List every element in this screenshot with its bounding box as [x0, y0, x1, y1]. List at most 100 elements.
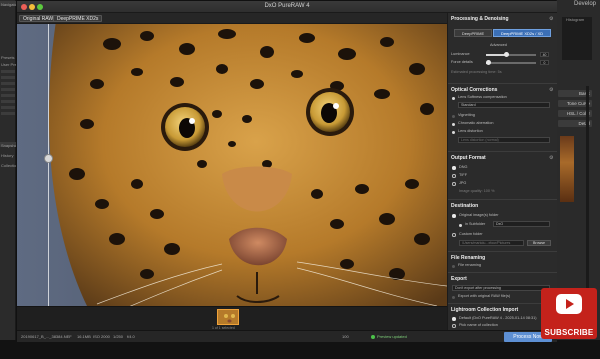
gear-icon[interactable]: ⚙	[549, 155, 553, 161]
force-details-slider[interactable]	[486, 60, 536, 65]
distortion-label: Lens distortion	[458, 129, 483, 133]
advanced-toggle[interactable]: Advanced	[490, 43, 507, 47]
tiff-radio[interactable]	[452, 174, 456, 178]
leopard-thumbnail-image	[218, 310, 238, 324]
original-raw-button[interactable]: Original RAW	[19, 15, 58, 22]
custom-folder-path[interactable]: /Users/markdu...xfour/Pictures	[459, 240, 524, 246]
distortion-dropdown[interactable]: Lens distortion (normal)	[458, 137, 550, 143]
status-filename: 20190617_B_..._38384.NEF	[21, 334, 72, 339]
viewer-toolbar: Original RAW DeepPRIME XD2s	[17, 13, 447, 24]
filmstrip-thumbnail[interactable]	[217, 309, 239, 325]
lightroom-import-section-title[interactable]: Lightroom Collection Import	[451, 307, 518, 313]
estimated-time: Estimated processing time: 5s	[451, 70, 502, 74]
lr-left-label: Presets	[1, 55, 15, 60]
split-divider[interactable]	[48, 24, 49, 306]
export-section-title[interactable]: Export	[451, 276, 467, 282]
subscribe-label[interactable]: SUBSCRIBE	[541, 328, 597, 337]
custom-folder-radio[interactable]	[452, 233, 456, 237]
force-details-label: Force details	[451, 60, 473, 64]
softness-dropdown[interactable]: Standard	[458, 102, 550, 108]
pick-collection-radio[interactable]	[452, 324, 456, 328]
lr-preset-row	[1, 94, 15, 97]
preview-status: Preview updated	[377, 334, 407, 339]
lr-preset-row	[1, 76, 15, 79]
output-section-title[interactable]: Output Format	[451, 155, 486, 161]
jpg-label: JPG	[459, 181, 467, 185]
section-divider	[448, 83, 557, 84]
status-bar: 20190617_B_..._38384.NEF 16.1MB ISO 2000…	[17, 330, 557, 342]
tiff-label: TIFF	[459, 173, 468, 177]
export-dropdown[interactable]: Don't export after processing	[452, 285, 550, 291]
preview-status-icon	[371, 335, 375, 339]
split-handle[interactable]	[44, 154, 53, 163]
destination-section-title[interactable]: Destination	[451, 203, 478, 209]
file-renaming-label: File renaming	[458, 263, 482, 267]
force-details-slider-knob[interactable]	[486, 60, 491, 65]
lightroom-module-title[interactable]: Develop	[574, 1, 596, 7]
lr-left-label: Collections	[1, 163, 16, 168]
export-raw-checkbox[interactable]	[452, 296, 455, 299]
export-raw-label: Export with original RAW file(s)	[458, 294, 511, 298]
processing-section-title[interactable]: Processing & Denoising	[451, 16, 509, 22]
default-collection-radio[interactable]	[452, 317, 456, 321]
lr-preset-row	[1, 70, 15, 73]
in-subfolder-checkbox[interactable]	[459, 224, 462, 227]
luminance-label: Luminance	[451, 52, 470, 56]
luminance-slider[interactable]	[486, 52, 536, 57]
gear-icon[interactable]: ⚙	[549, 16, 553, 22]
status-iso: ISO 2000	[93, 334, 110, 339]
lightroom-left-panel: Navigator Presets User Pres Snapshots Hi…	[0, 0, 16, 340]
deepprime-compare-button[interactable]: DeepPRIME XD2s	[53, 15, 103, 22]
play-triangle-icon	[566, 299, 574, 309]
luminance-value[interactable]: 40	[540, 52, 549, 57]
title-bar: DxO PureRAW 4	[17, 1, 557, 13]
subfolder-name-field[interactable]: DxO	[493, 221, 550, 227]
dxo-window: DxO PureRAW 4 Original RAW DeepPRIME XD2…	[16, 0, 557, 342]
browse-button[interactable]: Browse	[527, 240, 551, 246]
lr-left-label: Navigator	[1, 2, 16, 7]
distortion-checkbox[interactable]	[452, 131, 455, 134]
lightroom-scrollbar[interactable]	[586, 86, 589, 296]
lightroom-thumbnail	[560, 136, 574, 202]
deepprime-mode-button[interactable]: DeepPRIME	[454, 29, 492, 37]
lr-left-label: Snapshots	[1, 143, 16, 148]
lr-left-label: History	[1, 153, 14, 158]
status-file-size: 16.1MB	[77, 334, 91, 339]
in-subfolder-label: in Subfolder	[465, 222, 486, 226]
section-divider	[448, 272, 557, 273]
window-title: DxO PureRAW 4	[264, 3, 310, 9]
original-folder-radio[interactable]	[452, 214, 456, 218]
image-viewer[interactable]	[17, 24, 447, 306]
settings-panel: Processing & Denoising ⚙ DeepPRIME DeepP…	[447, 13, 557, 330]
optical-section-title[interactable]: Optical Corrections	[451, 87, 497, 93]
deepprime-xd-mode-button[interactable]: DeepPRIME XD2s / XD	[493, 29, 551, 37]
lr-preset-row	[1, 106, 15, 109]
gear-icon[interactable]: ⚙	[549, 87, 553, 93]
pick-collection-label: Pick name of collection	[459, 323, 498, 327]
lr-preset-row	[1, 88, 15, 91]
lens-softness-label: Lens Softness compensation	[458, 95, 507, 99]
renaming-section-title[interactable]: File Renaming	[451, 255, 485, 261]
chromatic-checkbox[interactable]	[452, 123, 455, 126]
dng-radio[interactable]	[452, 166, 456, 170]
filmstrip: 1 of 1 selected	[17, 306, 447, 330]
lr-preset-row	[1, 82, 15, 85]
default-collection-label: Default (DxO PureRAW 4 - 2025-01-14 08:3…	[459, 316, 537, 320]
chromatic-label: Chromatic aberration	[458, 121, 494, 125]
section-divider	[448, 251, 557, 252]
file-renaming-checkbox[interactable]	[452, 265, 455, 268]
vignetting-checkbox[interactable]	[452, 115, 455, 118]
lr-left-label: User Pres	[1, 62, 16, 67]
lens-softness-checkbox[interactable]	[452, 97, 455, 100]
custom-folder-label: Custom folder	[459, 232, 483, 236]
lr-preset-row	[1, 100, 15, 103]
lightroom-histogram: Histogram	[562, 17, 592, 60]
zoom-level[interactable]: 100	[342, 334, 349, 339]
vignetting-label: Vignetting	[458, 113, 475, 117]
force-details-value[interactable]: 0	[540, 60, 549, 65]
screen: Navigator Presets User Pres Snapshots Hi…	[0, 0, 600, 359]
luminance-slider-knob[interactable]	[503, 52, 509, 57]
jpg-radio[interactable]	[452, 182, 456, 186]
leopard-photo	[17, 24, 447, 306]
dng-label: DNG	[459, 165, 468, 169]
